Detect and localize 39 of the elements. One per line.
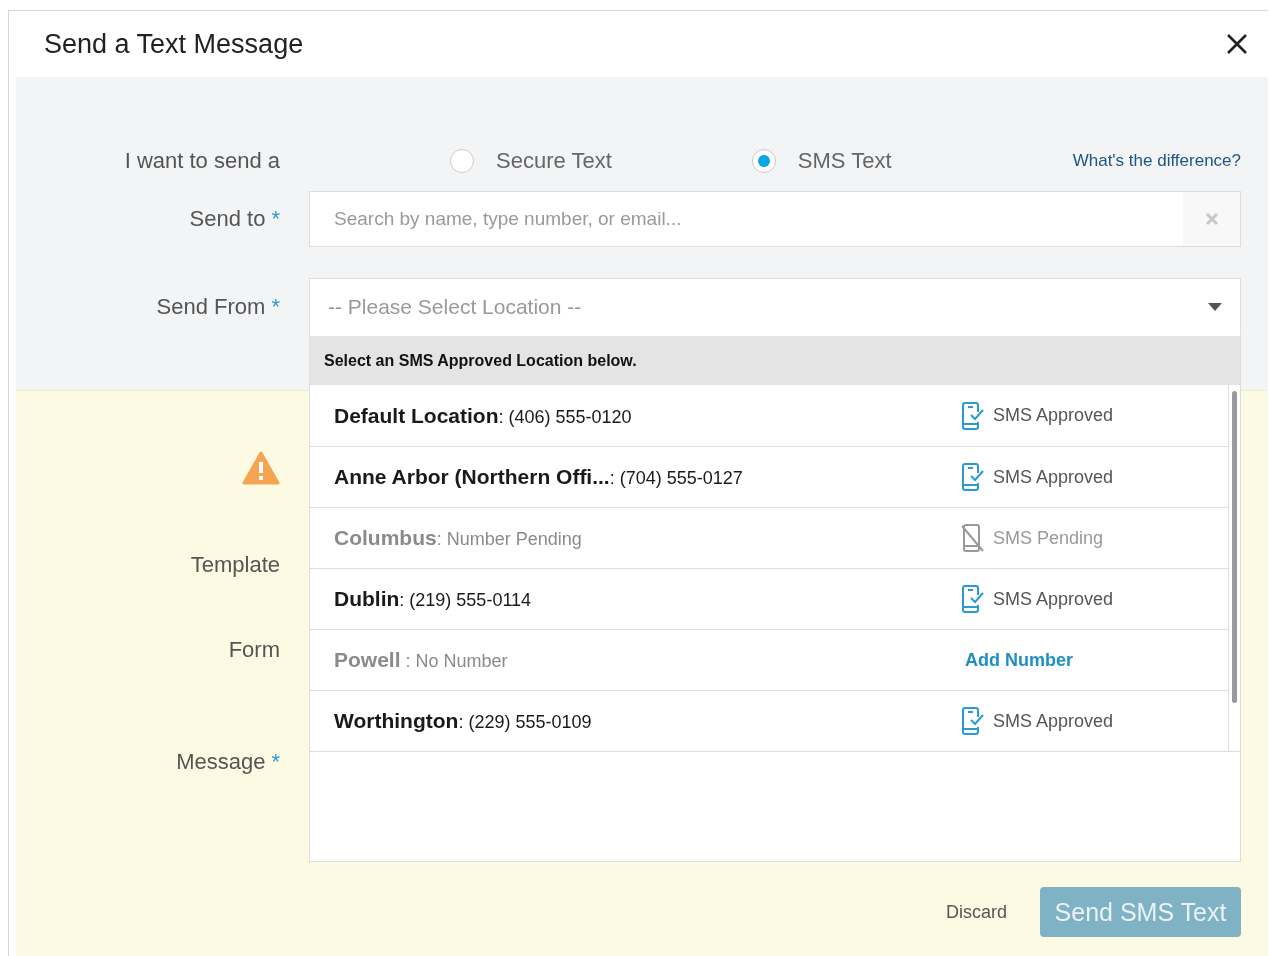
phone-check-icon bbox=[961, 401, 985, 430]
radio-option[interactable]: Secure Text bbox=[450, 148, 612, 174]
search-field[interactable]: Search by name, type number, or email... bbox=[309, 191, 1241, 247]
status-label: SMS Approved bbox=[961, 401, 1114, 430]
phone-crossed-icon bbox=[961, 524, 985, 552]
caret-icon bbox=[1208, 303, 1222, 311]
location-option[interactable]: Default Location: (406) 555-0120 SMS Approved bbox=[310, 385, 1228, 446]
location-option[interactable]: Anne Arbor (Northern Offi...: (704) 555-0127 SMS Approved bbox=[310, 446, 1228, 507]
location-option[interactable]: Worthington: (229) 555-0109 SMS Approved bbox=[310, 690, 1228, 751]
field-label: Send From bbox=[156, 294, 266, 320]
phone-check-icon bbox=[961, 463, 985, 491]
status-label: SMS Pending bbox=[961, 524, 1104, 552]
location-option[interactable]: Powell : No Number Add Number bbox=[310, 629, 1228, 690]
field-label: Template bbox=[190, 552, 280, 578]
radio-option[interactable]: SMS Text bbox=[751, 148, 892, 174]
field-label: I want to send a bbox=[124, 148, 280, 174]
status-label: SMS Approved bbox=[961, 463, 1114, 491]
field-label: Message bbox=[176, 749, 266, 775]
status-label: SMS Approved bbox=[961, 585, 1114, 613]
dropdown-header: Select an SMS Approved Location below. bbox=[310, 336, 1240, 385]
phone-check-icon bbox=[961, 707, 985, 735]
required-mark: * bbox=[271, 749, 280, 775]
location-select[interactable]: -- Please Select Location -- bbox=[309, 278, 1241, 336]
help-link[interactable]: What's the difference? bbox=[1072, 151, 1241, 171]
status-label: SMS Approved bbox=[961, 707, 1114, 735]
field-label: Send to bbox=[189, 206, 266, 232]
discard-button[interactable]: Discard bbox=[946, 901, 1007, 923]
phone-check-icon bbox=[961, 585, 985, 613]
add-number-link[interactable]: Add Number bbox=[965, 649, 1073, 671]
required-mark: * bbox=[271, 294, 280, 320]
close-icon[interactable] bbox=[1226, 33, 1248, 55]
field-label: Form bbox=[228, 637, 280, 663]
warning-icon bbox=[242, 451, 280, 485]
location-option[interactable]: Dublin: (219) 555-0114 SMS Approved bbox=[310, 568, 1228, 629]
clear-icon[interactable] bbox=[1183, 192, 1240, 246]
scrollbar-thumb[interactable] bbox=[1232, 391, 1237, 703]
required-mark: * bbox=[271, 206, 280, 232]
location-option[interactable]: Columbus: Number Pending SMS Pending bbox=[310, 507, 1228, 568]
dialog-title: Send a Text Message bbox=[44, 28, 304, 60]
